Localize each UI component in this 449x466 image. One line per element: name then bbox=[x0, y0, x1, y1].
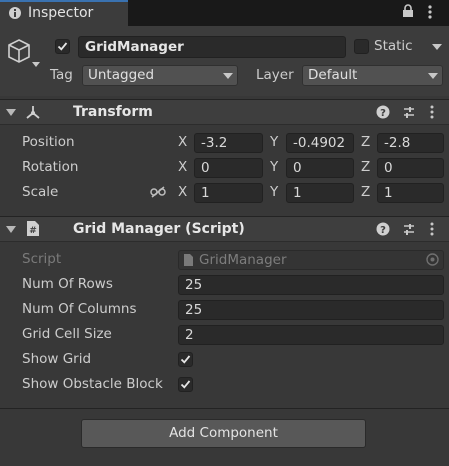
axis-x: X bbox=[178, 159, 188, 175]
num-of-columns-field[interactable]: 25 bbox=[178, 300, 444, 320]
script-reference-field: GridManager bbox=[178, 250, 444, 270]
scale-y-field[interactable]: 1 bbox=[286, 183, 354, 203]
static-label: Static bbox=[374, 38, 413, 54]
num-of-rows-label: Num Of Rows bbox=[22, 276, 113, 292]
script-component-title: Grid Manager (Script) bbox=[73, 221, 245, 237]
axis-z: Z bbox=[361, 159, 371, 175]
static-dropdown-caret[interactable] bbox=[432, 44, 442, 50]
script-file-icon: # bbox=[26, 220, 40, 241]
axis-y: Y bbox=[270, 159, 279, 175]
rotation-label: Rotation bbox=[22, 159, 79, 175]
scale-label: Scale bbox=[22, 184, 59, 200]
show-grid-checkbox[interactable] bbox=[178, 352, 193, 367]
position-y-field[interactable]: -0.4902 bbox=[286, 133, 354, 153]
position-label: Position bbox=[22, 134, 75, 150]
more-icon[interactable] bbox=[430, 222, 434, 240]
tag-dropdown[interactable]: Untagged bbox=[82, 65, 238, 86]
add-component-button[interactable]: Add Component bbox=[81, 419, 366, 448]
axis-y: Y bbox=[270, 134, 279, 150]
menu-icon[interactable] bbox=[428, 4, 432, 24]
rotation-y-field[interactable]: 0 bbox=[286, 158, 354, 178]
transform-foldout[interactable] bbox=[6, 109, 16, 116]
preset-icon[interactable] bbox=[402, 105, 416, 123]
layer-value: Default bbox=[308, 67, 358, 83]
axis-x: X bbox=[178, 184, 188, 200]
object-name-field[interactable]: GridManager bbox=[78, 36, 346, 58]
cube-icon[interactable] bbox=[6, 38, 32, 70]
layer-dropdown[interactable]: Default bbox=[302, 65, 443, 86]
script-reference-value: GridManager bbox=[199, 252, 287, 268]
script-file-icon bbox=[183, 253, 194, 271]
lock-icon[interactable] bbox=[402, 4, 414, 22]
layer-label: Layer bbox=[256, 67, 294, 83]
script-label: Script bbox=[22, 251, 62, 267]
preset-icon[interactable] bbox=[402, 222, 416, 240]
rotation-x-field[interactable]: 0 bbox=[194, 158, 263, 178]
grid-cell-size-field[interactable]: 2 bbox=[178, 325, 444, 345]
icon-dropdown-caret[interactable] bbox=[32, 62, 40, 67]
chevron-down-icon bbox=[428, 73, 438, 79]
axis-y: Y bbox=[270, 184, 279, 200]
transform-icon bbox=[24, 104, 42, 124]
show-obstacle-block-label: Show Obstacle Block bbox=[22, 376, 163, 392]
help-icon[interactable]: ? bbox=[376, 105, 390, 123]
script-foldout[interactable] bbox=[6, 226, 16, 233]
num-of-columns-label: Num Of Columns bbox=[22, 301, 137, 317]
show-grid-label: Show Grid bbox=[22, 351, 92, 367]
more-icon[interactable] bbox=[430, 105, 434, 123]
static-checkbox[interactable] bbox=[354, 39, 369, 54]
scale-x-field[interactable]: 1 bbox=[194, 183, 263, 203]
grid-cell-size-label: Grid Cell Size bbox=[22, 326, 112, 342]
tag-label: Tag bbox=[50, 67, 73, 83]
rotation-z-field[interactable]: 0 bbox=[377, 158, 444, 178]
tag-value: Untagged bbox=[88, 67, 155, 83]
position-z-field[interactable]: -2.8 bbox=[377, 133, 444, 153]
transform-title: Transform bbox=[73, 104, 153, 120]
axis-x: X bbox=[178, 134, 188, 150]
axis-z: Z bbox=[361, 134, 371, 150]
svg-text:?: ? bbox=[380, 225, 386, 236]
position-x-field[interactable]: -3.2 bbox=[194, 133, 263, 153]
svg-text:?: ? bbox=[380, 108, 386, 119]
tab-label: Inspector bbox=[28, 5, 94, 21]
help-icon[interactable]: ? bbox=[376, 222, 390, 240]
axis-z: Z bbox=[361, 184, 371, 200]
scale-z-field[interactable]: 1 bbox=[377, 183, 444, 203]
inspector-icon bbox=[8, 6, 22, 20]
show-obstacle-block-checkbox[interactable] bbox=[178, 377, 193, 392]
tab-inspector[interactable]: Inspector bbox=[0, 0, 128, 26]
num-of-rows-field[interactable]: 25 bbox=[178, 275, 444, 295]
svg-text:#: # bbox=[29, 226, 37, 236]
chevron-down-icon bbox=[223, 73, 233, 79]
link-icon[interactable] bbox=[150, 185, 166, 203]
object-picker-icon bbox=[426, 253, 439, 270]
active-checkbox[interactable] bbox=[55, 39, 70, 54]
